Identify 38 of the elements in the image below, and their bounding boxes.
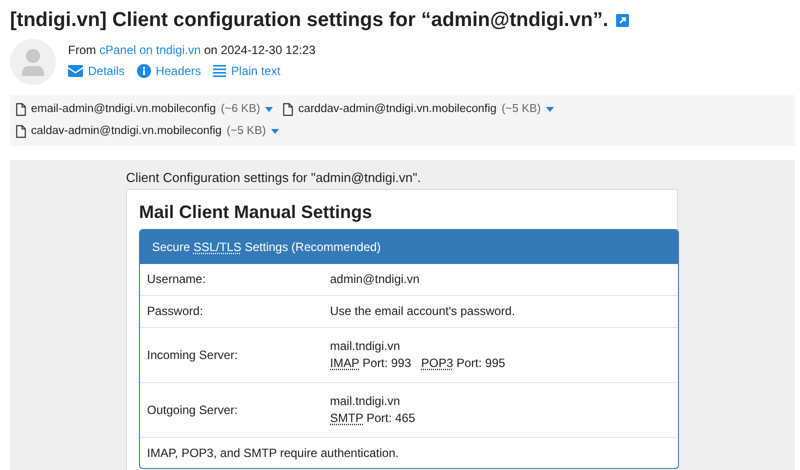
file-icon [16,124,26,138]
external-link-icon[interactable] [616,14,630,26]
attachment-size: (~5 KB) [502,102,541,117]
sender-line: From cPanel on tndigi.vn on 2024-12-30 12:23 [68,43,316,57]
caret-icon[interactable] [265,106,274,112]
attachment-name[interactable]: email-admin@tndigi.vn.mobileconfig [31,100,216,118]
envelope-icon [68,65,83,77]
field-value: Use the email account's password. [330,303,516,320]
file-icon [283,102,294,116]
caret-icon[interactable] [270,128,279,134]
lines-icon [213,65,226,77]
action-link[interactable]: Headers [136,64,202,78]
caret-icon[interactable] [546,106,554,112]
attachment-size: (~5 KB) [226,124,266,139]
port-info: POP3 Port: 995 [421,355,506,372]
attachment-name[interactable]: caldav-admin@tndigi.vn.mobileconfig [31,122,222,140]
field-label: Incoming Server: [147,348,239,362]
avatar-icon [10,39,56,85]
action-link[interactable]: Details [68,64,125,78]
port-info: SMTP Port: 465 [330,410,416,427]
field-value: mail.tndigi.vn [330,393,402,410]
card-title: Mail Client Manual Settings [139,202,374,223]
auth-note: IMAP, POP3, and SMTP require authentication. [140,437,678,468]
intro-text: Client Configuration settings for "admin@tndigi.vn". [126,170,422,185]
field-label: Outgoing Server: [147,402,239,418]
field-value: admin@tndigi.vn [330,271,421,288]
field-label: Password: [147,304,204,319]
email-subject: [tndigi.vn] Client configuration settings for “admin@tndigi.vn”. [10,8,608,32]
panel-heading: Secure SSL/TLS Settings (Recommended) [140,230,678,264]
action-link[interactable]: Plain text [213,64,280,78]
info-icon [136,64,151,78]
file-icon [16,102,26,116]
sender-link[interactable]: cPanel on tndigi.vn [99,43,201,57]
attachment-name[interactable]: carddav-admin@tndigi.vn.mobileconfig [298,100,497,118]
port-info: IMAP Port: 993 [330,355,412,372]
field-value: mail.tndigi.vn [330,338,402,355]
attachment-size: (~6 KB) [220,102,260,117]
field-label: Username: [147,272,207,287]
